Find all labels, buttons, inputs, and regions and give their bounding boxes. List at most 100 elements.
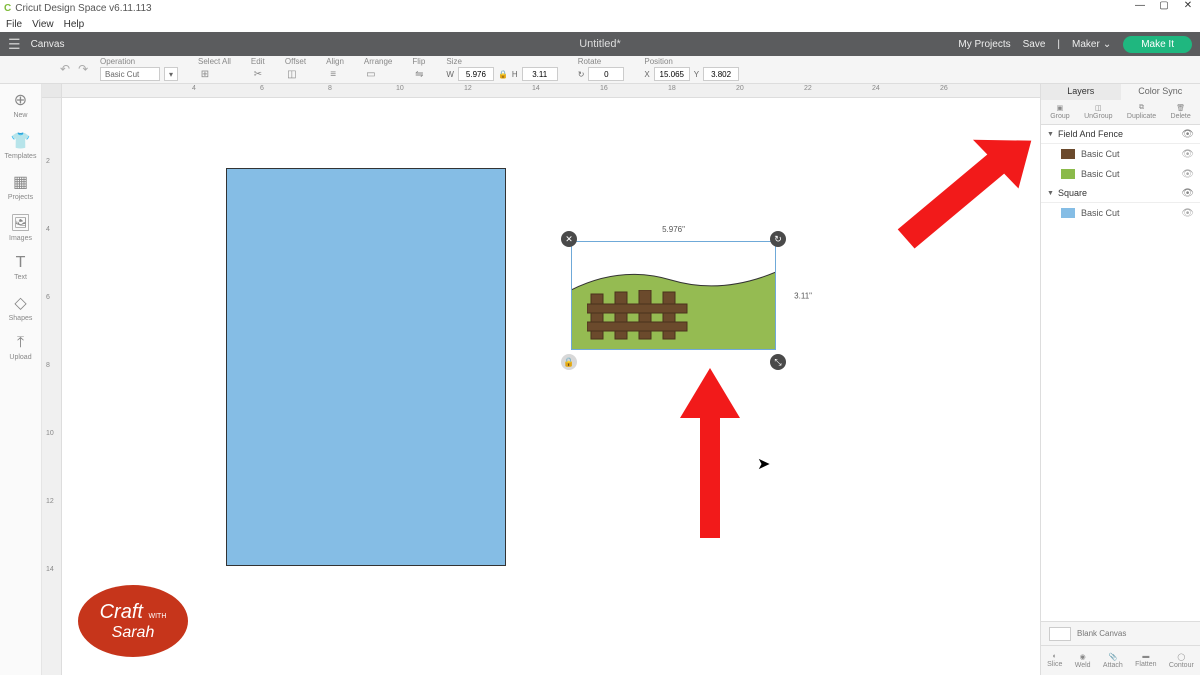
images-tool[interactable]: 🖼Images [0,213,41,242]
flip-icon[interactable]: ⇋ [412,67,426,81]
weld-button[interactable]: ◉Weld [1075,653,1091,669]
color-swatch[interactable]: ▾ [164,67,178,81]
make-it-button[interactable]: Make It [1123,36,1192,53]
resize-handle[interactable]: ⤡ [770,354,786,370]
text-icon: T [16,254,26,272]
ungroup-icon: ◫ [1095,104,1102,112]
contour-button[interactable]: ◯Contour [1169,653,1194,669]
minimize-button[interactable]: — [1128,0,1152,16]
upload-icon: ⤒ [17,334,24,352]
visibility-icon[interactable]: 👁 [1181,188,1194,199]
flatten-button[interactable]: ▬Flatten [1135,653,1156,668]
swatch-fence [1061,149,1075,159]
shapes-tool[interactable]: ◇Shapes [0,293,41,322]
group-button[interactable]: ▣Group [1050,104,1069,120]
arrange-label: Arrange [364,57,392,66]
appbar: ☰ Canvas Untitled* My Projects Save | Ma… [0,32,1200,56]
delete-handle[interactable]: ✕ [561,231,577,247]
align-label: Align [326,57,344,66]
attach-icon: 📎 [1108,653,1117,661]
menubar: File View Help [0,16,1200,32]
duplicate-button[interactable]: ⧉Duplicate [1127,104,1156,120]
templates-tool[interactable]: 👕Templates [0,131,41,160]
layer-group-field-fence[interactable]: ▼Field And Fence👁 [1041,125,1200,144]
menu-view[interactable]: View [32,19,54,30]
tab-color-sync[interactable]: Color Sync [1121,84,1200,100]
blank-canvas-row[interactable]: Blank Canvas [1041,621,1200,645]
layer-item-field[interactable]: Basic Cut👁 [1041,164,1200,184]
operation-label: Operation [100,57,178,66]
new-tool[interactable]: ⊕New [0,90,41,119]
edit-icon[interactable]: ✂ [251,67,265,81]
slice-button[interactable]: ◐Slice [1047,653,1062,668]
rotate-handle[interactable]: ↻ [770,231,786,247]
swatch-field [1061,169,1075,179]
layer-item-fence[interactable]: Basic Cut👁 [1041,144,1200,164]
visibility-icon[interactable]: 👁 [1181,129,1194,140]
hamburger-icon[interactable]: ☰ [8,36,21,53]
y-input[interactable] [703,67,739,81]
align-icon[interactable]: ≡ [326,67,340,81]
visibility-icon[interactable]: 👁 [1181,208,1194,219]
layer-group-square[interactable]: ▼Square👁 [1041,184,1200,203]
selection-height-label: 3.11" [794,291,812,300]
duplicate-icon: ⧉ [1139,104,1144,112]
ruler-horizontal: 468101214161820222426 [62,84,1040,98]
titlebar: C Cricut Design Space v6.11.113 — ▢ ✕ [0,0,1200,16]
watermark-badge: Craft WITH Sarah [78,585,188,657]
delete-button[interactable]: 🗑Delete [1171,104,1191,120]
edit-toolbar: ↶ ↷ Operation Basic Cut ▾ Select All⊞ Ed… [0,56,1200,84]
offset-label: Offset [285,57,306,66]
ruler-vertical: 2468101214 [42,98,62,675]
position-label: Position [644,57,739,66]
layers-panel: Layers Color Sync ▣Group ◫UnGroup ⧉Dupli… [1040,84,1200,675]
x-input[interactable] [654,67,690,81]
shapes-icon: ◇ [14,293,26,313]
menu-file[interactable]: File [6,19,22,30]
undo-icon[interactable]: ↶ [60,62,70,76]
my-projects-link[interactable]: My Projects [958,39,1010,50]
attach-button[interactable]: 📎Attach [1103,653,1123,669]
tab-layers[interactable]: Layers [1041,84,1121,100]
layer-item-square[interactable]: Basic Cut👁 [1041,203,1200,223]
arrange-icon[interactable]: ▭ [364,67,378,81]
canvas-area[interactable]: 468101214161820222426 2468101214 5.976" … [42,84,1040,675]
height-input[interactable] [522,67,558,81]
upload-tool[interactable]: ⤒Upload [0,334,41,361]
rotate-icon: ↻ [578,70,585,79]
maximize-button[interactable]: ▢ [1152,0,1176,16]
select-all-label: Select All [198,57,231,66]
close-button[interactable]: ✕ [1176,0,1200,16]
visibility-icon[interactable]: 👁 [1181,169,1194,180]
text-tool[interactable]: TText [0,254,41,281]
lock-aspect-icon[interactable]: 🔒 [498,70,508,79]
projects-tool[interactable]: ▦Projects [0,172,41,201]
machine-dropdown[interactable]: Maker ⌄ [1072,39,1111,50]
offset-icon[interactable]: ◫ [285,67,299,81]
ruler-corner [42,84,62,98]
contour-icon: ◯ [1177,653,1185,661]
left-toolbar: ⊕New 👕Templates ▦Projects 🖼Images TText … [0,84,42,675]
operation-select[interactable]: Basic Cut [100,67,160,81]
shape-square[interactable] [226,168,506,566]
select-all-icon[interactable]: ⊞ [198,67,212,81]
canvas-color-chip[interactable] [1049,627,1071,641]
shirt-icon: 👕 [11,131,31,151]
lock-handle[interactable]: 🔒 [561,354,577,370]
plus-icon: ⊕ [14,90,27,110]
save-button[interactable]: Save [1023,39,1046,50]
trash-icon: 🗑 [1176,104,1185,112]
selected-group[interactable]: 5.976" 3.11" ✕ ↻ 🔒 ⤡ [571,241,776,350]
width-input[interactable] [458,67,494,81]
collapse-icon[interactable]: ▼ [1047,190,1054,197]
visibility-icon[interactable]: 👁 [1181,149,1194,160]
redo-icon[interactable]: ↷ [78,62,88,76]
edit-label: Edit [251,57,265,66]
ungroup-button[interactable]: ◫UnGroup [1084,104,1112,120]
chevron-down-icon: ⌄ [1103,39,1111,50]
canvas-inner[interactable]: 5.976" 3.11" ✕ ↻ 🔒 ⤡ [62,98,1040,675]
size-label: Size [446,57,557,66]
rotate-input[interactable] [588,67,624,81]
menu-help[interactable]: Help [64,19,85,30]
collapse-icon[interactable]: ▼ [1047,131,1054,138]
